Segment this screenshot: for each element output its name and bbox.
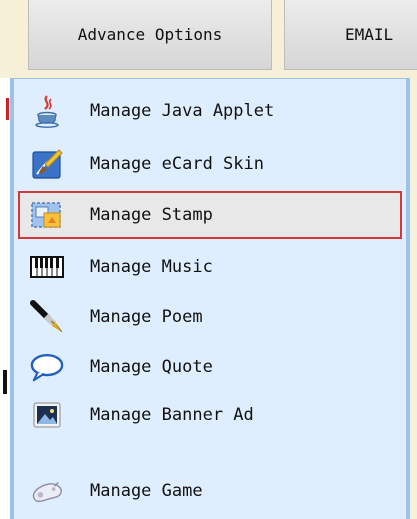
menu-item-label: Manage Quote xyxy=(90,357,213,377)
paint-brush-icon xyxy=(30,147,64,181)
tab-email[interactable]: EMAIL xyxy=(284,0,417,70)
speech-bubble-icon xyxy=(30,350,64,384)
piano-keyboard-icon xyxy=(30,250,64,284)
menu-item-label: Manage Banner Ad xyxy=(90,405,254,425)
menu-item-manage-stamp[interactable]: Manage Stamp xyxy=(18,191,402,239)
menu-item-label: Manage Poem xyxy=(90,307,203,327)
tab-advance-options[interactable]: Advance Options xyxy=(28,0,272,70)
menu-item-manage-java-applet[interactable]: Manage Java Applet xyxy=(18,87,402,135)
background-red-marker xyxy=(6,98,9,120)
menu-item-label: Manage Java Applet xyxy=(90,101,275,121)
menu-item-label: Manage Game xyxy=(90,481,203,501)
fountain-pen-icon xyxy=(30,300,64,334)
menu-item-manage-banner-ad[interactable]: Manage Banner Ad xyxy=(18,391,402,439)
menu-item-manage-poem[interactable]: Manage Poem xyxy=(18,293,402,341)
top-navigation-bar: Advance Options EMAIL xyxy=(0,0,417,78)
menu-item-manage-game[interactable]: Manage Game xyxy=(18,467,402,515)
java-icon xyxy=(30,94,64,128)
background-page-strip xyxy=(0,78,10,519)
gamepad-icon xyxy=(30,474,64,508)
menu-item-label: Manage Stamp xyxy=(90,205,213,225)
picture-icon xyxy=(30,398,64,432)
menu-item-manage-ecard-skin[interactable]: Manage eCard Skin xyxy=(18,140,402,188)
stamp-icon xyxy=(30,198,64,232)
background-dark-marker xyxy=(3,370,7,394)
advance-options-dropdown-menu: Manage Java Applet Manage eCard Skin Man… xyxy=(10,78,410,519)
menu-item-manage-quote[interactable]: Manage Quote xyxy=(18,343,402,391)
menu-item-label: Manage Music xyxy=(90,257,213,277)
menu-item-label: Manage eCard Skin xyxy=(90,154,264,174)
menu-item-manage-music[interactable]: Manage Music xyxy=(18,243,402,291)
